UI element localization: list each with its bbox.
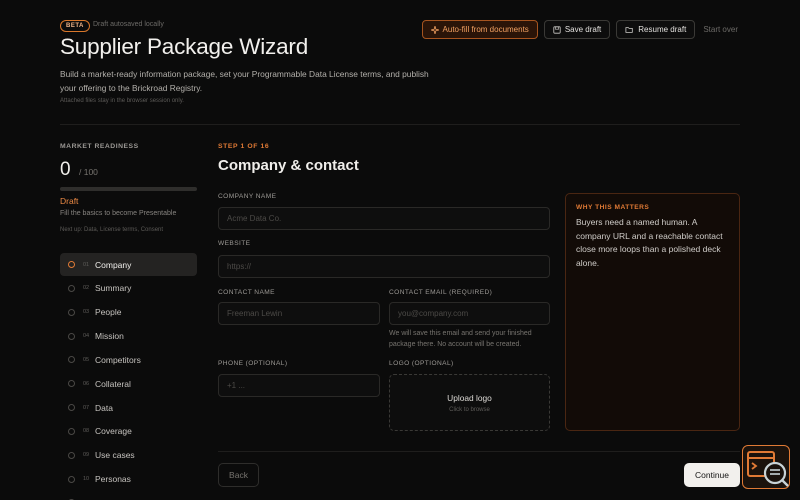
step-status-dot — [68, 308, 75, 316]
save-draft-button[interactable]: Save draft — [543, 20, 611, 39]
website-label: WEBSITE — [218, 240, 251, 247]
folder-open-icon — [625, 26, 634, 34]
sparkle-icon — [430, 25, 439, 34]
sidebar-step-company[interactable]: 01 Company — [60, 253, 197, 276]
phone-label: PHONE (OPTIONAL) — [218, 360, 288, 367]
sidebar-step-people[interactable]: 03 People — [60, 301, 197, 324]
contact-name-label: CONTACT NAME — [218, 289, 275, 296]
info-title: WHY THIS MATTERS — [576, 204, 650, 211]
draft-status: Draft autosaved locally — [93, 21, 164, 28]
footer-divider — [218, 451, 740, 452]
step-label: Personas — [95, 474, 131, 485]
start-over-button[interactable]: Start over — [701, 20, 740, 39]
step-label: Collateral — [95, 378, 131, 389]
website-input[interactable]: https:// — [218, 255, 550, 278]
page-title: Supplier Package Wizard — [60, 34, 309, 59]
contact-email-input[interactable]: you@company.com — [389, 302, 550, 325]
back-button[interactable]: Back — [218, 463, 259, 487]
readiness-score: 0 — [60, 159, 71, 180]
step-list: 01 Company 02 Summary 03 People 04 Mission 05 Com… — [60, 253, 197, 500]
header-divider — [60, 124, 740, 125]
step-status-dot — [68, 332, 75, 340]
autofill-label: Auto-fill from documents — [442, 25, 529, 34]
sidebar-step-data[interactable]: 07 Data — [60, 396, 197, 419]
sidebar-step-summary[interactable]: 02 Summary — [60, 277, 197, 300]
chat-search-icon — [743, 451, 791, 494]
step-status-dot — [68, 475, 75, 483]
step-number: 06 — [83, 380, 90, 387]
save-draft-label: Save draft — [564, 25, 602, 34]
step-counter: STEP 1 OF 16 — [218, 143, 270, 150]
resume-draft-button[interactable]: Resume draft — [616, 20, 696, 39]
step-label: Mission — [95, 331, 124, 342]
resume-draft-label: Resume draft — [638, 25, 687, 34]
sidebar-step-mission[interactable]: 04 Mission — [60, 325, 197, 348]
step-status-dot — [68, 427, 75, 435]
step-number: 01 — [83, 261, 90, 268]
step-number: 09 — [83, 452, 90, 459]
step-label: Data — [95, 402, 113, 413]
logo-label: LOGO (OPTIONAL) — [389, 360, 454, 367]
sidebar-step-pricing[interactable]: 11Pricing — [60, 491, 197, 500]
company-name-input[interactable]: Acme Data Co. — [218, 207, 550, 230]
contact-email-label: CONTACT EMAIL (REQUIRED) — [389, 289, 493, 296]
readiness-score-max: / 100 — [79, 167, 98, 177]
email-help-text: We will save this email and send your fi… — [389, 330, 532, 348]
sidebar: MARKET READINESS 0 / 100 Draft Fill the … — [60, 143, 197, 500]
step-status-dot — [68, 261, 75, 268]
step-status-dot — [68, 380, 75, 388]
continue-button[interactable]: Continue — [684, 463, 740, 487]
company-name-label: COMPANY NAME — [218, 193, 277, 200]
step-label: Use cases — [95, 450, 135, 461]
page-subtitle: Build a market-ready information package… — [60, 69, 429, 93]
contact-name-input[interactable]: Freeman Lewin — [218, 302, 380, 325]
step-status-dot — [68, 356, 75, 364]
step-number: 10 — [83, 476, 90, 483]
readiness-progress-bar — [60, 187, 197, 191]
sidebar-step-use-cases[interactable]: 09 Use cases — [60, 444, 197, 467]
step-label: Coverage — [95, 426, 132, 437]
sidebar-step-personas[interactable]: 10 Personas — [60, 468, 197, 491]
step-status-dot — [68, 451, 75, 459]
upload-logo-hint: Click to browse — [449, 406, 490, 413]
autofill-button[interactable]: Auto-fill from documents — [421, 20, 538, 39]
section-title: Company & contact — [218, 157, 359, 174]
start-over-label: Start over — [703, 25, 738, 34]
readiness-status-hint: Fill the basics to become Presentable — [60, 210, 177, 217]
beta-badge: BETA — [60, 20, 90, 32]
floppy-disk-icon — [553, 25, 561, 34]
help-widget-button[interactable] — [742, 445, 790, 489]
step-number: 08 — [83, 428, 90, 435]
header-actions: Auto-fill from documents Save draft Resu… — [421, 20, 740, 39]
step-status-dot — [68, 284, 75, 292]
step-label: Summary — [95, 283, 132, 294]
phone-input[interactable]: +1 ... — [218, 374, 380, 397]
session-note: Attached files stay in the browser sessi… — [60, 98, 184, 104]
step-label: Competitors — [95, 354, 141, 365]
step-number: 03 — [83, 309, 90, 316]
sidebar-step-coverage[interactable]: 08 Coverage — [60, 420, 197, 443]
step-number: 04 — [83, 333, 90, 340]
upload-logo-title: Upload logo — [447, 392, 492, 403]
step-number: 02 — [83, 285, 90, 292]
sidebar-step-collateral[interactable]: 06 Collateral — [60, 372, 197, 395]
logo-upload-dropzone[interactable]: Upload logo Click to browse — [389, 374, 550, 431]
step-status-dot — [68, 404, 75, 412]
step-label: Company — [95, 259, 132, 270]
step-number: 05 — [83, 356, 90, 363]
info-body: Buyers need a named human. A company URL… — [576, 217, 723, 268]
why-this-matters-panel: WHY THIS MATTERS Buyers need a named hum… — [565, 193, 740, 431]
step-number: 07 — [83, 404, 90, 411]
market-readiness-label: MARKET READINESS — [60, 143, 139, 150]
readiness-status: Draft — [60, 196, 79, 206]
step-label: People — [95, 307, 122, 318]
next-up-text: Next up: Data, License terms, Consent — [60, 227, 164, 233]
sidebar-step-competitors[interactable]: 05 Competitors — [60, 348, 197, 371]
